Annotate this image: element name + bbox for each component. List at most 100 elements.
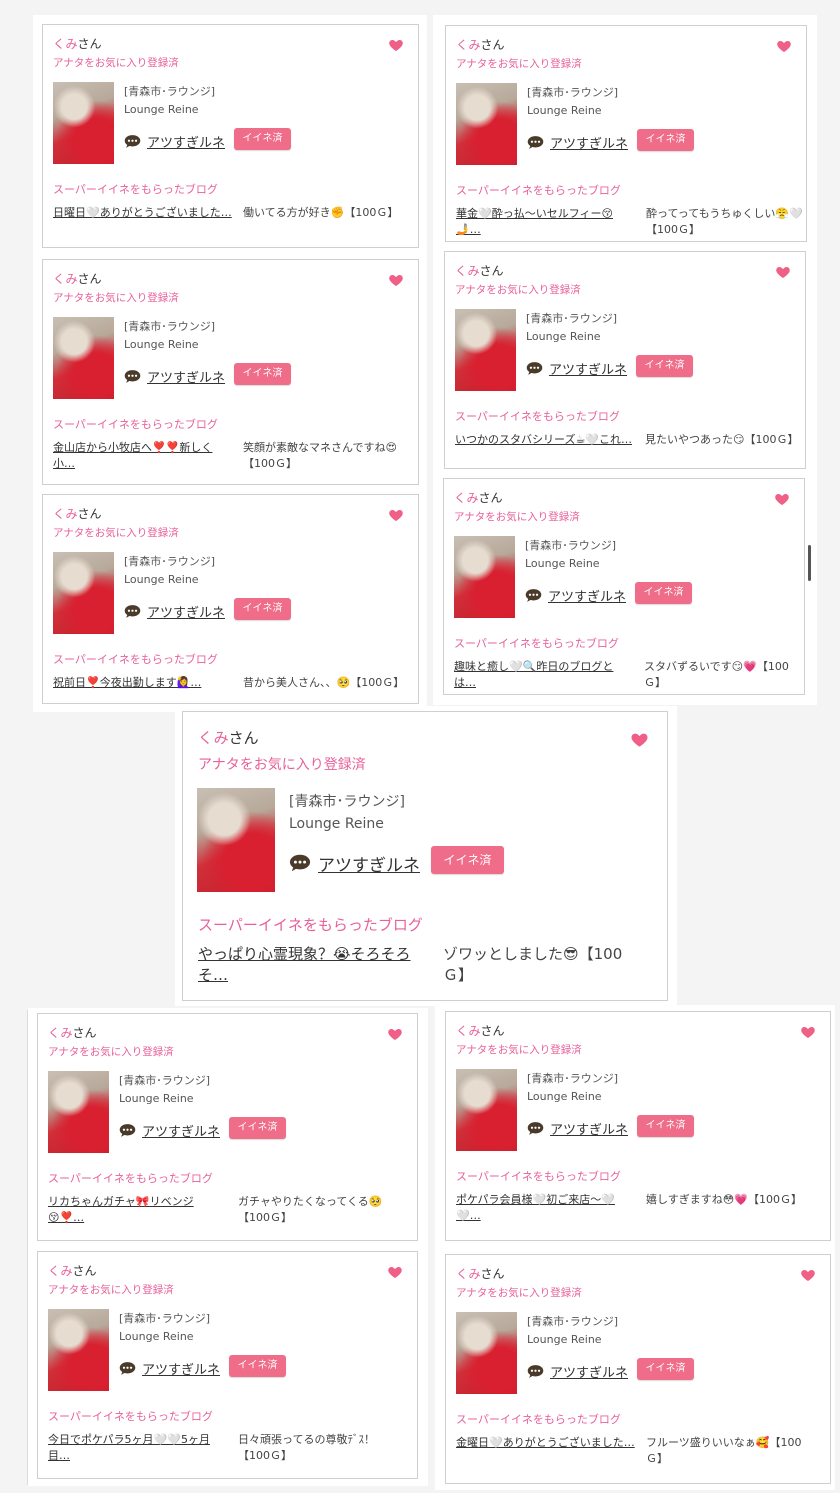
blog-title-link[interactable]: ポケパラ会員様🤍初ご来店〜🤍🤍…	[456, 1192, 636, 1224]
super-like-section-label: スーパーイイネをもらったブログ	[456, 184, 621, 197]
blog-title-link[interactable]: 金曜日🤍ありがとうございました…	[456, 1435, 636, 1451]
name-suffix: さん	[480, 1024, 505, 1038]
shop-name: Lounge Reine	[526, 330, 601, 343]
cast-photo[interactable]	[454, 536, 515, 618]
favorite-card: くみさん アナタをお気に入り登録済 [青森市･ラウンジ] Lounge Rein…	[445, 1011, 831, 1241]
column-divider	[27, 1010, 28, 1485]
blog-title-link[interactable]: 祝前日❣️今夜出勤します🙋‍♀️…	[53, 675, 233, 691]
cast-photo[interactable]	[455, 309, 516, 391]
cast-photo[interactable]	[456, 1312, 517, 1394]
blog-title-link[interactable]: 日曜日🤍ありがとうございました…	[53, 205, 233, 221]
heart-icon[interactable]	[630, 730, 649, 749]
super-like-section-label: スーパーイイネをもらったブログ	[198, 916, 423, 934]
favorite-status: アナタをお気に入り登録済	[456, 1287, 582, 1299]
heart-icon[interactable]	[387, 1264, 403, 1280]
card-header: くみさん	[48, 1262, 97, 1279]
favorite-status: アナタをお気に入り登録済	[53, 527, 179, 539]
user-name[interactable]: くみ	[53, 37, 77, 51]
like-done-badge: イイネ済	[637, 129, 694, 151]
cast-photo[interactable]	[456, 83, 517, 165]
favorite-status: アナタをお気に入り登録済	[53, 292, 179, 304]
shop-area: [青森市･ラウンジ]	[124, 85, 216, 98]
cast-photo[interactable]	[53, 317, 114, 399]
like-done-badge: イイネ済	[234, 363, 291, 385]
cast-name-link[interactable]: アツすぎルネ	[147, 602, 225, 621]
heart-icon[interactable]	[800, 1267, 816, 1283]
cast-name-link[interactable]: アツすぎルネ	[550, 133, 628, 152]
favorite-status: アナタをお気に入り登録済	[53, 57, 179, 69]
scrollbar[interactable]	[808, 545, 811, 581]
heart-icon[interactable]	[388, 272, 404, 288]
shop-name: Lounge Reine	[525, 557, 600, 570]
blog-title-link[interactable]: 趣味と癒し🤍🔍昨日のブログとは…	[454, 659, 634, 691]
cast-photo[interactable]	[197, 788, 275, 892]
cast-photo[interactable]	[48, 1309, 109, 1391]
cast-name-link[interactable]: アツすぎルネ	[142, 1359, 220, 1378]
heart-icon[interactable]	[775, 264, 791, 280]
heart-icon[interactable]	[388, 37, 404, 53]
cast-photo[interactable]	[48, 1071, 109, 1153]
user-name[interactable]: くみ	[456, 1267, 480, 1281]
blog-title-link[interactable]: いつかのスタバシリーズ☕🤍これ…	[455, 432, 635, 448]
blog-title-link[interactable]: 金山店から小牧店へ❣️❣️新しく小…	[53, 440, 233, 472]
favorite-card: くみさん アナタをお気に入り登録済 [青森市･ラウンジ] Lounge Rein…	[444, 251, 806, 469]
user-name[interactable]: くみ	[455, 264, 479, 278]
heart-icon[interactable]	[387, 1026, 403, 1042]
blog-title-link[interactable]: 華金🤍酔っ払〜いセルフィー😚🤳…	[456, 206, 636, 238]
cast-name-link[interactable]: アツすぎルネ	[318, 851, 420, 876]
heart-icon[interactable]	[388, 507, 404, 523]
chat-bubble-icon	[124, 134, 141, 149]
blog-title-link[interactable]: やっぱり心霊現象？😭そろそろそ…	[198, 944, 428, 986]
cast-name-link[interactable]: アツすぎルネ	[548, 586, 626, 605]
cast-name-link[interactable]: アツすぎルネ	[147, 367, 225, 386]
like-done-badge: イイネ済	[637, 1358, 694, 1380]
shop-name: Lounge Reine	[119, 1330, 194, 1343]
shop-area: [青森市･ラウンジ]	[526, 312, 618, 325]
user-name[interactable]: くみ	[454, 491, 478, 505]
user-name[interactable]: くみ	[53, 272, 77, 286]
card-header: くみさん	[53, 35, 102, 52]
heart-icon[interactable]	[774, 491, 790, 507]
blog-comment: 働いてる方が好き✊【100Ｇ】	[243, 206, 399, 219]
like-done-badge: イイネ済	[229, 1355, 286, 1377]
favorite-card: くみさん アナタをお気に入り登録済 [青森市･ラウンジ] Lounge Rein…	[182, 711, 668, 1001]
name-suffix: さん	[77, 37, 102, 51]
card-header: くみさん	[455, 262, 504, 279]
heart-icon[interactable]	[776, 38, 792, 54]
favorite-status: アナタをお気に入り登録済	[456, 1044, 582, 1056]
heart-icon[interactable]	[800, 1024, 816, 1040]
blog-comment: 笑顔が素敵なマネさんですね😍【100Ｇ】	[243, 441, 397, 470]
user-name[interactable]: くみ	[456, 1024, 480, 1038]
super-like-section-label: スーパーイイネをもらったブログ	[48, 1172, 213, 1185]
cast-name-link[interactable]: アツすぎルネ	[549, 359, 627, 378]
blog-comment: 昔から美人さん、、🥺【100Ｇ】	[243, 676, 405, 689]
super-like-section-label: スーパーイイネをもらったブログ	[53, 183, 218, 196]
user-name[interactable]: くみ	[48, 1026, 72, 1040]
cast-photo[interactable]	[456, 1069, 517, 1151]
blog-title-link[interactable]: リカちゃんガチャ🎀リベンジ😚❣️…	[48, 1194, 228, 1226]
name-suffix: さん	[77, 272, 102, 286]
cast-photo[interactable]	[53, 552, 114, 634]
user-name[interactable]: くみ	[456, 38, 480, 52]
card-header: くみさん	[53, 505, 102, 522]
user-name[interactable]: くみ	[53, 507, 77, 521]
cast-name-link[interactable]: アツすぎルネ	[142, 1121, 220, 1140]
blog-comment: 嬉しすぎますね😳💗【100Ｇ】	[646, 1193, 802, 1206]
cast-photo[interactable]	[53, 82, 114, 164]
cast-name-link[interactable]: アツすぎルネ	[147, 132, 225, 151]
chat-bubble-icon	[124, 369, 141, 384]
user-name[interactable]: くみ	[198, 729, 229, 747]
chat-bubble-icon	[526, 361, 543, 376]
shop-area: [青森市･ラウンジ]	[119, 1312, 211, 1325]
chat-bubble-icon	[527, 1364, 544, 1379]
user-name[interactable]: くみ	[48, 1264, 72, 1278]
cast-name-link[interactable]: アツすぎルネ	[550, 1119, 628, 1138]
chat-bubble-icon	[527, 1121, 544, 1136]
blog-title-link[interactable]: 今日でポケパラ5ヶ月🤍🤍5ヶ月目…	[48, 1432, 228, 1464]
favorite-card: くみさん アナタをお気に入り登録済 [青森市･ラウンジ] Lounge Rein…	[42, 24, 419, 248]
shop-name: Lounge Reine	[124, 573, 199, 586]
chat-bubble-icon	[124, 604, 141, 619]
cast-name-link[interactable]: アツすぎルネ	[550, 1362, 628, 1381]
shop-name: Lounge Reine	[527, 1333, 602, 1346]
shop-area: [青森市･ラウンジ]	[289, 794, 405, 810]
